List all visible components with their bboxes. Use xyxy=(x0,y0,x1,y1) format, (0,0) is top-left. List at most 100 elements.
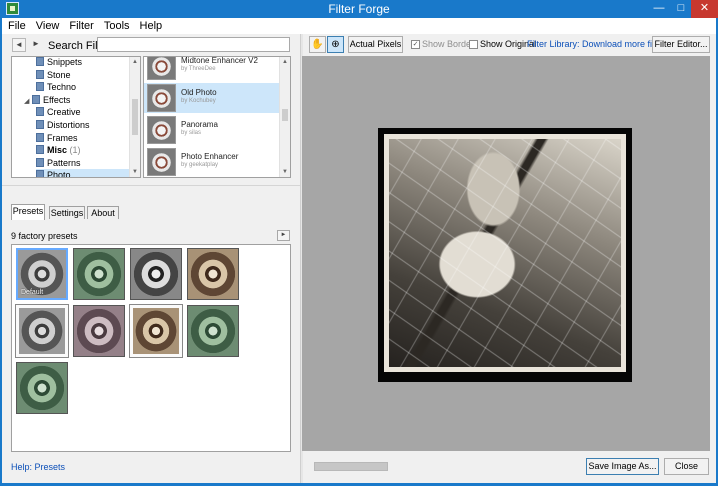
preset-thumbnail[interactable] xyxy=(130,248,182,300)
scroll-up-icon[interactable]: ▲ xyxy=(130,57,140,67)
tree-item-creative[interactable]: Creative xyxy=(36,106,81,118)
show-original-checkbox[interactable] xyxy=(469,40,478,49)
folder-icon xyxy=(36,107,44,117)
preset-thumbnail[interactable] xyxy=(187,305,239,357)
filter-name: Midtone Enhancer V2 xyxy=(181,56,258,65)
tree-scrollbar[interactable]: ▲ ▼ xyxy=(129,57,140,177)
tree-item-label: Stone xyxy=(47,69,71,80)
presets-menu-button[interactable]: ► xyxy=(277,230,290,241)
show-border-label: Show Border xyxy=(422,39,475,49)
tree-item-distortions[interactable]: Distortions xyxy=(36,119,90,131)
tree-item-photo[interactable]: Photo xyxy=(36,169,131,178)
preset-thumbnail[interactable] xyxy=(16,362,68,414)
menu-bar: File View Filter Tools Help xyxy=(2,18,716,34)
folder-icon xyxy=(36,145,44,155)
help-presets-link[interactable]: Help: Presets xyxy=(11,462,65,472)
filter-name: Photo Enhancer xyxy=(181,152,239,161)
folder-icon xyxy=(36,132,44,142)
filter-item[interactable]: Midtone Enhancer V2 by ThreeDee xyxy=(144,56,281,81)
photo-frame xyxy=(378,128,632,382)
tree-item-techno[interactable]: Techno xyxy=(36,81,76,93)
folder-icon xyxy=(36,69,44,79)
tree-item-frames[interactable]: Frames xyxy=(36,132,78,144)
tree-item-label: Effects xyxy=(43,94,71,105)
tree-item-misc[interactable]: Misc (1) xyxy=(36,144,81,156)
tree-expander-icon[interactable]: ◢ xyxy=(24,96,32,108)
search-row: ◄ ► Search Filters: xyxy=(2,34,300,56)
filter-item[interactable]: Panorama by silas xyxy=(144,115,281,145)
category-tree[interactable]: Snippets Stone Techno ◢ Effects Creative Disto… xyxy=(11,56,141,178)
title-bar: Filter Forge — □ ✕ xyxy=(0,0,718,18)
show-border-checkbox[interactable]: ✓ xyxy=(411,40,420,49)
presets-count: 9 factory presets xyxy=(11,231,78,241)
tree-item-label: Patterns xyxy=(47,157,81,168)
filter-thumbnail xyxy=(147,57,176,80)
filter-scrollbar[interactable]: ▲ ▼ xyxy=(279,57,290,177)
tree-item-label: Photo xyxy=(47,170,71,178)
tab-about[interactable]: About xyxy=(87,206,119,219)
actual-pixels-button[interactable]: Actual Pixels xyxy=(348,36,403,53)
menu-file[interactable]: File xyxy=(2,18,30,33)
tree-item-label: Frames xyxy=(47,132,78,143)
tree-item-count: (1) xyxy=(69,145,81,156)
back-button[interactable]: ◄ xyxy=(12,38,26,52)
tree-item-effects[interactable]: ◢ Effects xyxy=(24,94,70,106)
tree-item-label: Snippets xyxy=(47,57,83,67)
filter-author: by silas xyxy=(181,130,202,136)
save-image-button[interactable]: Save Image As... xyxy=(586,458,659,475)
tree-item-stone[interactable]: Stone xyxy=(36,69,71,81)
preset-thumbnail[interactable]: Default xyxy=(16,248,68,300)
folder-icon xyxy=(36,82,44,92)
preset-thumbnail[interactable] xyxy=(15,304,69,358)
tree-item-label: Creative xyxy=(47,107,81,118)
scroll-up-icon[interactable]: ▲ xyxy=(280,57,290,67)
tree-item-snippets[interactable]: Snippets xyxy=(36,57,83,68)
search-input[interactable] xyxy=(97,37,290,52)
menu-filter[interactable]: Filter xyxy=(63,18,97,33)
horizontal-splitter[interactable] xyxy=(2,185,300,189)
preset-thumbnail[interactable] xyxy=(73,305,125,357)
minimize-button[interactable]: — xyxy=(648,0,670,18)
folder-icon xyxy=(36,57,44,66)
menu-view[interactable]: View xyxy=(30,18,64,33)
forward-button[interactable]: ► xyxy=(29,38,43,52)
tab-settings[interactable]: Settings xyxy=(49,206,85,219)
filter-author: by ThreeDee xyxy=(181,66,216,72)
client-area: ◄ ► Search Filters: Snippets Stone Techno ◢… xyxy=(2,34,716,483)
tree-item-patterns[interactable]: Patterns xyxy=(36,157,81,169)
scroll-thumb[interactable] xyxy=(282,109,288,121)
scroll-down-icon[interactable]: ▼ xyxy=(130,167,140,177)
scroll-thumb[interactable] xyxy=(132,99,138,135)
folder-icon xyxy=(36,120,44,129)
filter-author: by geekatplay xyxy=(181,162,219,168)
maximize-button[interactable]: □ xyxy=(671,0,691,18)
window-title: Filter Forge xyxy=(328,2,390,16)
tree-item-label: Misc xyxy=(47,145,68,156)
filter-editor-button[interactable]: Filter Editor... xyxy=(652,36,710,53)
filter-thumbnail xyxy=(147,84,176,112)
folder-icon xyxy=(36,157,44,167)
filter-item[interactable]: Photo Enhancer by geekatplay xyxy=(144,147,281,177)
filter-list[interactable]: Midtone Enhancer V2 by ThreeDee Old Photo b… xyxy=(143,56,291,178)
filter-library-link[interactable]: Filter Library: Download more filters xyxy=(527,39,669,49)
tree-item-label: Distortions xyxy=(47,120,90,130)
preset-thumbnail[interactable] xyxy=(129,304,183,358)
filter-thumbnail xyxy=(147,148,176,176)
tree-item-label: Techno xyxy=(47,82,77,93)
close-button[interactable]: Close xyxy=(664,458,709,475)
preview-canvas[interactable] xyxy=(302,56,710,451)
hand-tool-icon[interactable]: ✋ xyxy=(309,36,326,53)
filter-item[interactable]: Old Photo by Kochubey xyxy=(144,83,281,113)
filter-author: by Kochubey xyxy=(181,98,216,104)
menu-tools[interactable]: Tools xyxy=(98,18,134,33)
preset-default-label: Default xyxy=(21,289,44,296)
preset-thumbnail[interactable] xyxy=(73,248,125,300)
tab-presets[interactable]: Presets xyxy=(11,204,45,220)
menu-help[interactable]: Help xyxy=(134,18,167,33)
zoom-tool-icon[interactable]: ⊕ xyxy=(327,36,344,53)
preset-thumbnail[interactable] xyxy=(187,248,239,300)
preview-image xyxy=(384,134,626,372)
scroll-down-icon[interactable]: ▼ xyxy=(280,167,290,177)
close-window-button[interactable]: ✕ xyxy=(691,0,718,18)
folder-icon xyxy=(32,94,40,104)
